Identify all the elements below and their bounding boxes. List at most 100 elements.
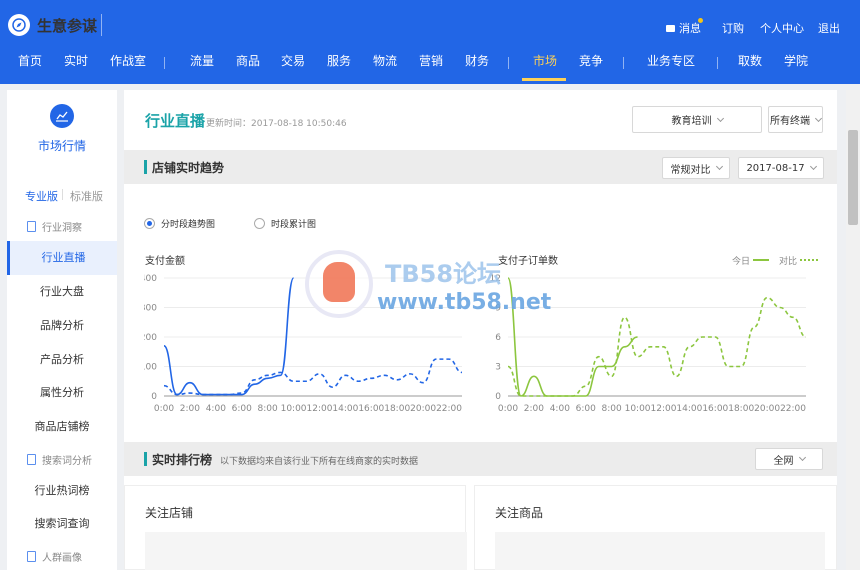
nav-finance[interactable]: 财务 bbox=[465, 48, 489, 84]
x-tick-label: 14:00 bbox=[676, 404, 702, 414]
sidebar-item-shop-ranking[interactable]: 商品店铺榜 bbox=[7, 410, 117, 444]
personal-center-link[interactable]: 个人中心 bbox=[760, 20, 804, 36]
radio-cumulative[interactable]: 时段累计图 bbox=[254, 217, 316, 230]
x-tick-label: 8:00 bbox=[602, 404, 622, 414]
trend-section-header: 店铺实时趋势 常规对比 2017-08-17 bbox=[124, 150, 837, 184]
chevron-down-icon bbox=[716, 114, 724, 122]
sidebar-item-industry-overview[interactable]: 行业大盘 bbox=[7, 275, 117, 309]
series-line-today bbox=[163, 277, 295, 396]
x-tick-label: 10:00 bbox=[625, 404, 651, 414]
ranking-section-header: 实时排行榜 以下数据均来自该行业下所有在线商家的实时数据 全网 bbox=[124, 442, 837, 476]
ranking-description: 以下数据均来自该行业下所有在线商家的实时数据 bbox=[220, 457, 419, 467]
sidebar-item-brand-analysis[interactable]: 品牌分析 bbox=[7, 309, 117, 343]
sidebar-section-persona: 人群画像 bbox=[27, 549, 82, 564]
chevron-down-icon bbox=[798, 453, 806, 462]
sidebar-item-product-analysis[interactable]: 产品分析 bbox=[7, 343, 117, 377]
date-dropdown[interactable]: 2017-08-17 bbox=[738, 157, 824, 179]
nav-realtime[interactable]: 实时 bbox=[64, 48, 88, 84]
x-tick-label: 4:00 bbox=[206, 404, 226, 414]
sidebar-item-attribute-analysis[interactable]: 属性分析 bbox=[7, 376, 117, 410]
x-tick-label: 12:00 bbox=[307, 404, 333, 414]
x-tick-label: 14:00 bbox=[332, 404, 358, 414]
market-chart-icon bbox=[50, 104, 74, 128]
tab-divider bbox=[62, 189, 63, 200]
network-dropdown[interactable]: 全网 bbox=[755, 448, 823, 470]
y-tick-label: 200 bbox=[144, 333, 157, 343]
message-link[interactable]: 消息 bbox=[666, 20, 701, 36]
x-tick-label: 12:00 bbox=[651, 404, 677, 414]
page-title: 行业直播 bbox=[145, 112, 206, 130]
y-tick-label: 0 bbox=[151, 392, 157, 402]
nav-divider bbox=[623, 57, 624, 69]
network-dropdown-value: 全网 bbox=[773, 455, 794, 467]
nav-trade[interactable]: 交易 bbox=[281, 48, 305, 84]
compare-dropdown[interactable]: 常规对比 bbox=[662, 157, 730, 179]
radio-label: 时段累计图 bbox=[271, 220, 317, 230]
nav-product[interactable]: 商品 bbox=[236, 48, 260, 84]
x-tick-label: 18:00 bbox=[384, 404, 410, 414]
x-tick-label: 0:00 bbox=[498, 404, 518, 414]
nav-active-underline bbox=[522, 78, 566, 81]
nav-academy[interactable]: 学院 bbox=[784, 48, 808, 84]
ranking-section-title: 实时排行榜 bbox=[152, 453, 213, 467]
y-tick-label: 300 bbox=[144, 304, 157, 314]
update-time: 更新时间：2017-08-18 10:50:46 bbox=[206, 119, 347, 129]
nav-compete[interactable]: 竞争 bbox=[579, 48, 603, 84]
document-icon bbox=[27, 221, 36, 232]
x-tick-label: 8:00 bbox=[258, 404, 278, 414]
x-tick-label: 22:00 bbox=[780, 404, 806, 414]
hand-icon bbox=[323, 262, 355, 302]
watermark-url: www.tb58.net bbox=[377, 290, 552, 315]
scrollbar-thumb[interactable] bbox=[848, 130, 858, 225]
nav-business-zone[interactable]: 业务专区 bbox=[647, 48, 695, 84]
x-tick-label: 18:00 bbox=[728, 404, 754, 414]
terminal-dropdown[interactable]: 所有终端 bbox=[768, 106, 823, 133]
main-nav: 首页 实时 作战室 流量 商品 交易 服务 物流 营销 财务 市场 竞争 业务专… bbox=[0, 48, 860, 84]
watched-shops-title: 关注店铺 bbox=[145, 506, 194, 520]
y-tick-label: 400 bbox=[144, 274, 157, 284]
nav-divider bbox=[164, 57, 165, 69]
legend-compare-swatch bbox=[800, 259, 818, 261]
radio-hourly-trend[interactable]: 分时段趋势图 bbox=[144, 217, 215, 230]
nav-warroom[interactable]: 作战室 bbox=[110, 48, 146, 84]
nav-logistics[interactable]: 物流 bbox=[373, 48, 397, 84]
sidebar-item-hot-words[interactable]: 行业热词榜 bbox=[7, 474, 117, 508]
watched-products-body bbox=[495, 532, 825, 570]
nav-fetch-data[interactable]: 取数 bbox=[738, 48, 762, 84]
main-panel: 行业直播 更新时间：2017-08-18 10:50:46 教育培训 所有终端 … bbox=[124, 90, 837, 570]
message-label: 消息 bbox=[679, 22, 701, 35]
chevron-down-icon bbox=[814, 114, 823, 122]
industry-dropdown[interactable]: 教育培训 bbox=[632, 106, 762, 133]
watched-products-title: 关注商品 bbox=[495, 506, 544, 520]
terminal-dropdown-value: 所有终端 bbox=[770, 116, 810, 127]
watched-shops-body bbox=[145, 532, 467, 570]
compass-icon bbox=[8, 14, 30, 36]
x-tick-label: 6:00 bbox=[232, 404, 252, 414]
nav-traffic[interactable]: 流量 bbox=[190, 48, 214, 84]
section-accent-bar bbox=[144, 452, 147, 466]
subscribe-link[interactable]: 订购 bbox=[722, 20, 744, 36]
sidebar-item-search-query[interactable]: 搜索词查询 bbox=[7, 507, 117, 541]
logout-link[interactable]: 退出 bbox=[818, 20, 840, 36]
nav-divider bbox=[717, 57, 718, 69]
nav-marketing[interactable]: 营销 bbox=[419, 48, 443, 84]
section-accent-bar bbox=[144, 160, 147, 174]
industry-dropdown-value: 教育培训 bbox=[671, 116, 712, 127]
watched-shops-card: 关注店铺 bbox=[124, 485, 467, 570]
sidebar-item-industry-live[interactable]: 行业直播 bbox=[7, 241, 117, 275]
y-tick-label: 3 bbox=[495, 363, 501, 373]
tab-standard-edition[interactable]: 标准版 bbox=[70, 188, 103, 204]
chart2-title: 支付子订单数 bbox=[498, 256, 558, 267]
nav-home[interactable]: 首页 bbox=[18, 48, 42, 84]
x-tick-label: 16:00 bbox=[358, 404, 384, 414]
unread-dot bbox=[698, 18, 703, 23]
x-tick-label: 2:00 bbox=[180, 404, 200, 414]
tab-pro-edition[interactable]: 专业版 bbox=[25, 188, 58, 204]
watermark-title: TB58论坛 bbox=[385, 260, 502, 288]
x-tick-label: 4:00 bbox=[550, 404, 570, 414]
message-icon bbox=[666, 24, 675, 32]
app-logo[interactable]: 生意参谋 bbox=[8, 12, 97, 38]
legend-today-swatch bbox=[753, 259, 769, 261]
nav-service[interactable]: 服务 bbox=[327, 48, 351, 84]
y-tick-label: 6 bbox=[495, 333, 501, 343]
